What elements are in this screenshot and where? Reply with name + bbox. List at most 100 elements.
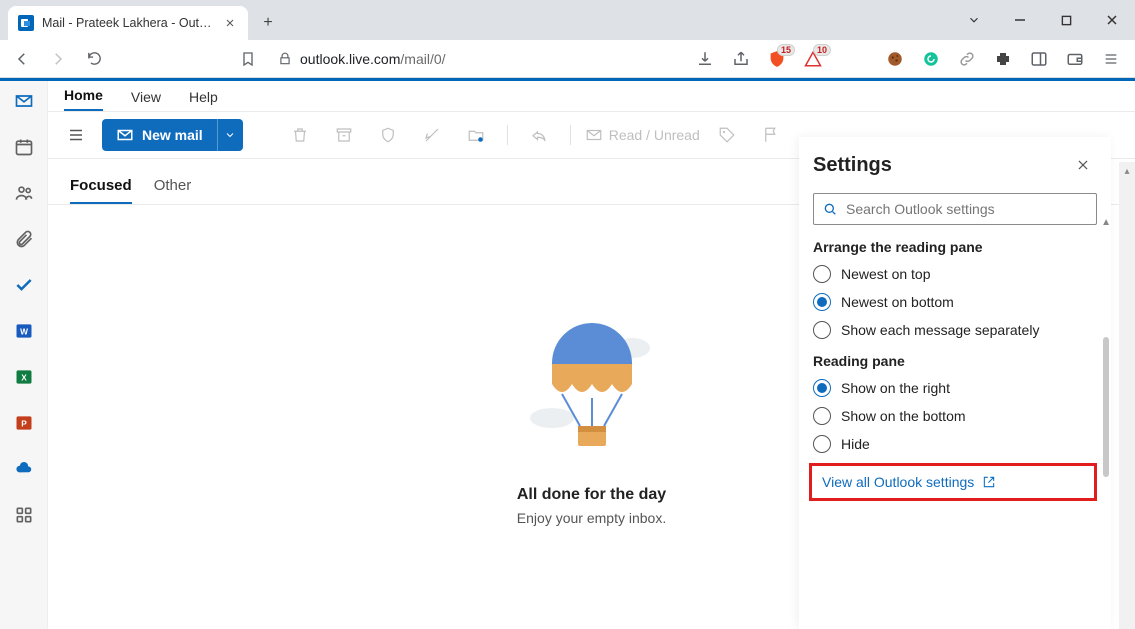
radio-icon (813, 435, 831, 453)
reply-icon[interactable] (522, 119, 556, 151)
apps-icon[interactable] (12, 503, 36, 527)
new-mail-caret[interactable] (217, 119, 243, 151)
mail-icon[interactable] (12, 89, 36, 113)
svg-text:P: P (21, 418, 27, 428)
readingpane-title: Reading pane (813, 353, 1111, 369)
arrange-label-2: Show each message separately (841, 322, 1039, 338)
share-icon[interactable] (731, 49, 751, 69)
toolbar-sep (570, 125, 571, 145)
settings-search[interactable] (813, 193, 1097, 225)
calendar-icon[interactable] (12, 135, 36, 159)
ribbon-tab-home[interactable]: Home (64, 81, 103, 111)
arrange-label-1: Newest on bottom (841, 294, 954, 310)
grammarly-icon[interactable] (921, 49, 941, 69)
close-window-button[interactable] (1089, 5, 1135, 35)
svg-text:W: W (20, 326, 28, 336)
url-text: outlook.live.com/mail/0/ (300, 51, 446, 67)
forward-button[interactable] (44, 45, 72, 73)
attach-icon[interactable] (12, 227, 36, 251)
radio-icon (813, 321, 831, 339)
extensions-strip: 15 10 (695, 49, 1127, 69)
search-icon (822, 201, 838, 217)
radio-icon (813, 379, 831, 397)
arrange-title: Arrange the reading pane (813, 239, 1111, 255)
hamburger-icon[interactable] (60, 119, 92, 151)
browser-tabstrip: Mail - Prateek Lakhera - Outlook + (0, 0, 1135, 40)
browser-toolbar: outlook.live.com/mail/0/ 15 10 (0, 40, 1135, 78)
shield-icon[interactable] (371, 119, 405, 151)
powerpoint-icon[interactable]: P (12, 411, 36, 435)
page-scrollbar[interactable]: ▴ (1119, 162, 1135, 629)
new-mail-button[interactable]: New mail (102, 119, 217, 151)
back-button[interactable] (8, 45, 36, 73)
settings-title: Settings (813, 154, 892, 177)
link-icon[interactable] (957, 49, 977, 69)
bookmark-icon[interactable] (234, 45, 262, 73)
flag-icon[interactable] (754, 119, 788, 151)
window-controls (951, 0, 1135, 40)
puzzle-icon[interactable] (993, 49, 1013, 69)
rp-label-2: Hide (841, 436, 870, 452)
ribbon-tab-view[interactable]: View (131, 83, 161, 111)
brave-badge: 15 (777, 44, 795, 56)
alert-icon[interactable]: 10 (803, 49, 823, 69)
reload-button[interactable] (80, 45, 108, 73)
new-tab-button[interactable]: + (254, 9, 282, 37)
svg-text:X: X (21, 372, 27, 382)
panel-icon[interactable] (1029, 49, 1049, 69)
scroll-up-icon[interactable]: ▴ (1123, 166, 1131, 176)
view-all-highlight: View all Outlook settings (809, 463, 1097, 501)
menu-icon[interactable] (1101, 49, 1121, 69)
onedrive-icon[interactable] (12, 457, 36, 481)
rp-label-0: Show on the right (841, 380, 950, 396)
wallet-icon[interactable] (1065, 49, 1085, 69)
settings-search-input[interactable] (846, 201, 1088, 217)
delete-icon[interactable] (283, 119, 317, 151)
ribbon-tabs: Home View Help (48, 81, 1135, 111)
scroll-up-icon[interactable]: ▲ (1101, 217, 1111, 228)
move-icon[interactable] (459, 119, 493, 151)
readingpane-option-right[interactable]: Show on the right (813, 379, 1111, 397)
ribbon-tab-help[interactable]: Help (189, 83, 218, 111)
browser-tab[interactable]: Mail - Prateek Lakhera - Outlook (8, 6, 248, 40)
sweep-icon[interactable] (415, 119, 449, 151)
tab-other[interactable]: Other (154, 169, 192, 204)
maximize-button[interactable] (1043, 5, 1089, 35)
todo-icon[interactable] (12, 273, 36, 297)
archive-icon[interactable] (327, 119, 361, 151)
popout-icon (982, 475, 996, 489)
tab-title: Mail - Prateek Lakhera - Outlook (42, 16, 214, 30)
radio-icon (813, 293, 831, 311)
view-all-settings-link[interactable]: View all Outlook settings (822, 474, 1084, 490)
new-mail-label: New mail (142, 127, 203, 143)
cookie-icon[interactable] (885, 49, 905, 69)
tab-focused[interactable]: Focused (70, 169, 132, 204)
word-icon[interactable]: W (12, 319, 36, 343)
readingpane-option-hide[interactable]: Hide (813, 435, 1111, 453)
alert-badge: 10 (813, 44, 831, 56)
arrange-option-newest-bottom[interactable]: Newest on bottom (813, 293, 1111, 311)
chevron-down-icon[interactable] (951, 5, 997, 35)
people-icon[interactable] (12, 181, 36, 205)
new-mail-group: New mail (102, 119, 243, 151)
tag-icon[interactable] (710, 119, 744, 151)
arrange-option-separately[interactable]: Show each message separately (813, 321, 1111, 339)
excel-icon[interactable]: X (12, 365, 36, 389)
mail-icon (116, 126, 134, 144)
install-icon[interactable] (695, 49, 715, 69)
close-settings-icon[interactable] (1069, 151, 1097, 179)
read-unread-label: Read / Unread (609, 127, 700, 143)
rp-label-1: Show on the bottom (841, 408, 966, 424)
readingpane-option-bottom[interactable]: Show on the bottom (813, 407, 1111, 425)
radio-icon (813, 407, 831, 425)
settings-panel: Settings ▲ Arrange the reading pane Newe… (799, 137, 1111, 629)
minimize-button[interactable] (997, 5, 1043, 35)
arrange-option-newest-top[interactable]: Newest on top (813, 265, 1111, 283)
close-tab-icon[interactable] (222, 15, 238, 31)
panel-scrollbar[interactable] (1103, 337, 1109, 477)
read-unread-button[interactable]: Read / Unread (585, 126, 700, 144)
brave-shield-icon[interactable]: 15 (767, 49, 787, 69)
address-bar[interactable]: outlook.live.com/mail/0/ (270, 51, 687, 67)
view-all-label: View all Outlook settings (822, 474, 974, 490)
left-rail: W X P (0, 81, 48, 629)
